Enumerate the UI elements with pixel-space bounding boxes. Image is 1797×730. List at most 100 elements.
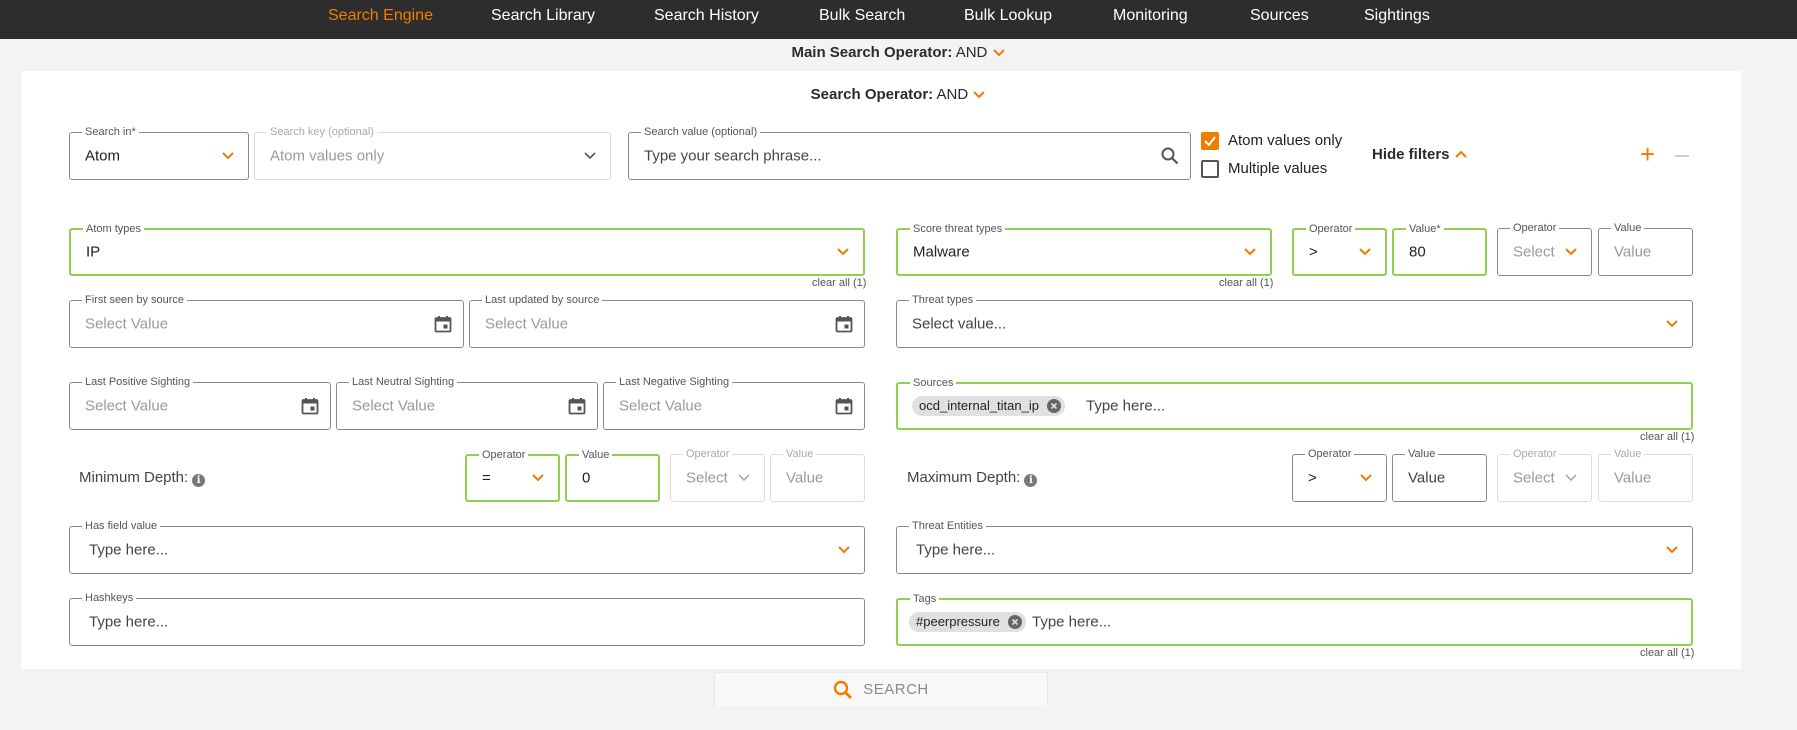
nav-bulk-search[interactable]: Bulk Search	[819, 7, 905, 25]
threat-entities-placeholder: Type here...	[916, 541, 996, 559]
multiple-values-checkbox[interactable]	[1201, 160, 1219, 178]
min-depth-value2-label: Value	[783, 447, 817, 461]
nav-monitoring[interactable]: Monitoring	[1113, 7, 1188, 25]
calendar-icon[interactable]	[567, 396, 587, 416]
search-button-label: SEARCH	[863, 681, 929, 698]
add-icon[interactable]: +	[1640, 141, 1655, 167]
score-operator2-label: Operator	[1510, 221, 1560, 235]
search-key-value: Atom values only	[270, 147, 385, 165]
search-in-select[interactable]: Search in* Atom	[69, 125, 249, 180]
atom-values-only-checkbox[interactable]	[1201, 132, 1219, 150]
last-positive-sighting-date[interactable]: Last Positive Sighting Select Value	[69, 375, 331, 430]
sources-clear-all[interactable]: clear all (1)	[1640, 431, 1694, 443]
calendar-icon[interactable]	[834, 314, 854, 334]
score-threat-types-select[interactable]: Score threat types Malware	[896, 222, 1272, 276]
first-seen-placeholder: Select Value	[85, 315, 169, 333]
hide-filters-button[interactable]: Hide filters	[1372, 146, 1468, 163]
tag-chip-label: #peerpressure	[916, 614, 1000, 629]
score-value-value: 80	[1409, 243, 1426, 261]
nav-search-engine[interactable]: Search Engine	[328, 7, 433, 25]
tags-clear-all[interactable]: clear all (1)	[1640, 647, 1694, 659]
sources-label: Sources	[910, 376, 957, 390]
search-button[interactable]: SEARCH	[714, 672, 1048, 706]
chevron-down-icon	[1355, 242, 1375, 262]
main-search-operator[interactable]: Main Search Operator: AND	[0, 44, 1797, 61]
search-icon	[834, 680, 853, 699]
hide-filters-label: Hide filters	[1372, 146, 1450, 163]
nav-bulk-lookup[interactable]: Bulk Lookup	[964, 7, 1052, 25]
chevron-down-icon	[1662, 314, 1682, 334]
tag-chip: #peerpressure	[909, 612, 1026, 632]
search-value-label: Search value (optional)	[641, 125, 761, 139]
search-value-placeholder: Type your search phrase...	[644, 147, 822, 165]
close-icon[interactable]	[1007, 615, 1022, 629]
score-value2-value: Value	[1614, 243, 1652, 261]
close-icon[interactable]	[1046, 399, 1061, 413]
threat-types-label: Threat types	[909, 293, 977, 307]
last-updated-label: Last updated by source	[482, 293, 603, 307]
min-depth-operator-value: =	[482, 469, 491, 487]
calendar-icon[interactable]	[433, 314, 453, 334]
threat-types-select[interactable]: Threat types Select value...	[896, 293, 1693, 348]
chevron-down-icon	[1561, 468, 1581, 488]
max-depth-value-input[interactable]: Value Value	[1392, 447, 1487, 502]
min-depth-operator2-select[interactable]: Operator Select	[670, 447, 765, 502]
nav-search-history[interactable]: Search History	[654, 7, 759, 25]
search-operator[interactable]: Search Operator: AND	[0, 86, 1797, 103]
atom-types-select[interactable]: Atom types IP	[69, 222, 865, 276]
last-neutral-sighting-date[interactable]: Last Neutral Sighting Select Value	[336, 375, 598, 430]
score-operator2-select[interactable]: Operator Select	[1497, 221, 1592, 276]
search-icon[interactable]	[1160, 146, 1180, 166]
nav-search-library[interactable]: Search Library	[491, 7, 595, 25]
max-depth-value2-input[interactable]: Value Value	[1598, 447, 1693, 502]
last-negative-sighting-date[interactable]: Last Negative Sighting Select Value	[603, 375, 865, 430]
chevron-down-icon	[992, 49, 1005, 57]
hashkeys-input[interactable]: Hashkeys Type here...	[69, 591, 865, 646]
min-depth-value-label: Value	[579, 448, 613, 462]
atom-values-only-label: Atom values only	[1228, 132, 1343, 149]
score-operator-select[interactable]: Operator >	[1292, 222, 1387, 276]
score-operator-label: Operator	[1306, 222, 1356, 236]
max-depth-operator2-value: Select	[1513, 469, 1555, 487]
score-value-label: Value*	[1406, 222, 1444, 236]
last-updated-placeholder: Select Value	[485, 315, 569, 333]
score-value2-input[interactable]: Value Value	[1598, 221, 1693, 276]
sources-input[interactable]: Sources ocd_internal_titan_ip Type here.…	[896, 376, 1693, 430]
has-field-value-label: Has field value	[82, 519, 161, 533]
score-operator-value: >	[1309, 243, 1318, 261]
chevron-down-icon	[528, 468, 548, 488]
calendar-icon[interactable]	[834, 396, 854, 416]
maximum-depth-text: Maximum Depth:	[907, 469, 1021, 486]
calendar-icon[interactable]	[300, 396, 320, 416]
search-operator-label: Search Operator:	[810, 86, 934, 103]
score-threat-types-clear-all[interactable]: clear all (1)	[1219, 277, 1273, 289]
min-depth-value-value: 0	[582, 469, 591, 487]
info-icon[interactable]: i	[1024, 474, 1038, 487]
score-threat-types-label: Score threat types	[910, 222, 1006, 236]
max-depth-operator-select[interactable]: Operator >	[1292, 447, 1387, 502]
min-depth-value2-input[interactable]: Value Value	[770, 447, 865, 502]
info-icon[interactable]: i	[192, 474, 206, 487]
first-seen-date[interactable]: First seen by source Select Value	[69, 293, 464, 348]
nav-sources[interactable]: Sources	[1250, 7, 1309, 25]
tags-input[interactable]: Tags #peerpressure Type here...	[896, 592, 1693, 646]
max-depth-operator2-select[interactable]: Operator Select	[1497, 447, 1592, 502]
threat-entities-select[interactable]: Threat Entities Type here...	[896, 519, 1693, 574]
search-key-select[interactable]: Search key (optional) Atom values only	[254, 125, 611, 180]
nav-sightings[interactable]: Sightings	[1364, 7, 1430, 25]
last-updated-date[interactable]: Last updated by source Select Value	[469, 293, 865, 348]
max-depth-operator-value: >	[1308, 469, 1317, 487]
score-value-input[interactable]: Value* 80	[1392, 222, 1487, 276]
min-depth-value-input[interactable]: Value 0	[565, 448, 660, 502]
min-depth-operator-select[interactable]: Operator =	[465, 448, 560, 502]
atom-types-label: Atom types	[83, 222, 145, 236]
top-nav: Search Engine Search Library Search Hist…	[0, 0, 1797, 39]
has-field-value-select[interactable]: Has field value Type here...	[69, 519, 865, 574]
has-field-value-placeholder: Type here...	[89, 541, 169, 559]
multiple-values-label: Multiple values	[1228, 160, 1328, 177]
chevron-down-icon	[1240, 242, 1260, 262]
chevron-down-icon	[1662, 540, 1682, 560]
last-negative-label: Last Negative Sighting	[616, 375, 733, 389]
search-value-input[interactable]: Search value (optional) Type your search…	[628, 125, 1191, 180]
atom-types-clear-all[interactable]: clear all (1)	[812, 277, 866, 289]
